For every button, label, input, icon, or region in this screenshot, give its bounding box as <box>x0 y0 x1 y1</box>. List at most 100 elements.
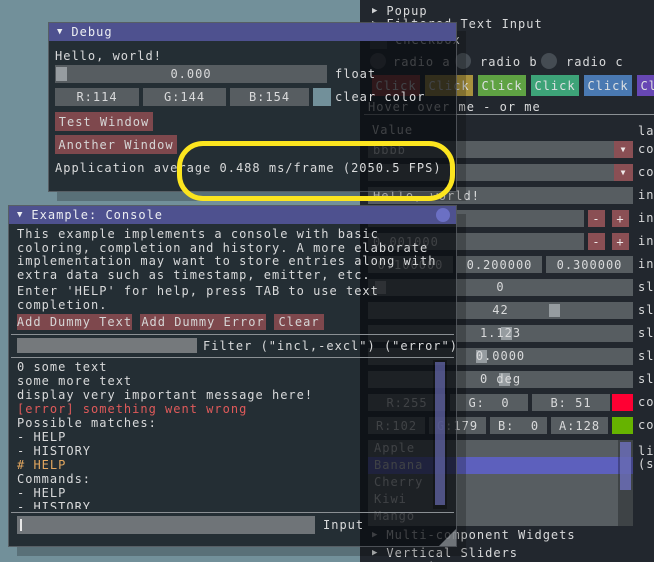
log-line: - HELP <box>17 430 449 444</box>
color-value: B: 51 <box>550 396 591 410</box>
debug-titlebar[interactable]: ▼ Debug <box>49 23 456 41</box>
log-line: 0 some text <box>17 360 449 374</box>
separator <box>11 334 454 335</box>
clear-color-swatch[interactable] <box>313 88 331 106</box>
slider-label: sl <box>638 371 654 388</box>
click-button[interactable]: Click <box>478 75 526 96</box>
text-input-label: in <box>638 187 654 204</box>
console-input-label: Input <box>323 518 364 532</box>
slider-label: sl <box>638 348 654 365</box>
log-line: Commands: <box>17 472 449 486</box>
clear-color-g-field[interactable]: G:144 <box>143 88 226 106</box>
increment-button[interactable]: + <box>612 210 629 227</box>
combo-label: co <box>638 164 654 181</box>
another-window-button[interactable]: Another Window <box>55 135 177 154</box>
log-line: display very important message here! <box>17 388 449 402</box>
color3-label: co <box>638 394 654 411</box>
description-line: This example implements a console with b… <box>17 228 449 242</box>
click-button[interactable]: Click <box>584 75 632 96</box>
color-b-field[interactable]: B: 51 <box>532 394 610 411</box>
description-line: implementation may want to store entries… <box>17 255 449 269</box>
resize-grip[interactable] <box>439 529 456 546</box>
highlight-annotation <box>177 141 455 201</box>
add-dummy-error-button[interactable]: Add Dummy Error <box>140 314 266 330</box>
float-slider[interactable]: 0.000 <box>55 65 327 83</box>
collapse-arrow-icon: ▼ <box>57 27 63 37</box>
help-line: completion. <box>17 299 449 313</box>
color-swatch[interactable] <box>612 394 633 411</box>
tree-node-label: Vertical Sliders <box>386 546 518 560</box>
help-line: Enter 'HELP' for help, press TAB to use … <box>17 285 449 299</box>
color-value: B:154 <box>249 90 290 104</box>
decrement-button[interactable]: - <box>588 210 605 227</box>
scrollbar-thumb[interactable] <box>620 442 631 490</box>
console-input[interactable] <box>17 516 315 534</box>
filter-label: Filter ("incl,-excl") ("error") <box>203 339 458 353</box>
slider-label: sl <box>638 325 654 342</box>
color-b-field[interactable]: B: 0 <box>490 417 547 434</box>
listbox-label: (s <box>638 456 654 473</box>
console-log-lines: 0 some textsome more textdisplay very im… <box>17 360 449 509</box>
combo-arrow-button[interactable]: ▼ <box>614 164 633 181</box>
chevron-right-icon: ▶ <box>372 6 378 16</box>
console-scrollbar[interactable] <box>433 360 447 509</box>
color-swatch[interactable] <box>612 417 633 434</box>
color4-label: co <box>638 417 654 434</box>
float3-value: 0.200000 <box>467 258 533 272</box>
color-g-field[interactable]: G: 0 <box>450 394 528 411</box>
float3-label: in <box>638 256 654 273</box>
log-line: - HISTORY <box>17 444 449 458</box>
radio-button[interactable] <box>541 53 557 69</box>
float3-input-z[interactable]: 0.300000 <box>546 256 633 273</box>
add-dummy-text-button[interactable]: Add Dummy Text <box>17 314 132 330</box>
slider-label: sl <box>638 302 654 319</box>
log-line: Possible matches: <box>17 416 449 430</box>
clear-color-label: clear color <box>335 90 425 104</box>
slider-label: sl <box>638 279 654 296</box>
log-line: # HELP <box>17 458 449 472</box>
radio-button[interactable] <box>455 53 471 69</box>
description-line: extra data such as timestamp, emitter, e… <box>17 269 449 283</box>
scrollbar-thumb[interactable] <box>435 362 445 505</box>
test-window-button[interactable]: Test Window <box>55 112 153 131</box>
combo-label: co <box>638 141 654 158</box>
click-button[interactable]: Click <box>637 75 654 96</box>
console-titlebar[interactable]: ▼ Example: Console <box>9 206 456 224</box>
clear-button[interactable]: Clear <box>274 314 324 330</box>
listbox-scrollbar[interactable] <box>618 440 633 526</box>
console-description: This example implements a console with b… <box>17 228 449 282</box>
click-button[interactable]: Click <box>531 75 579 96</box>
screen: ▶ Popup ▶ Filtered Text Input checkbox r… <box>0 0 654 562</box>
combo-arrow-button[interactable]: ▼ <box>614 141 633 158</box>
console-window: ▼ Example: Console This example implemen… <box>8 205 457 547</box>
log-line: [error] something went wrong <box>17 402 449 416</box>
separator <box>11 357 454 358</box>
window-title: Example: Console <box>31 208 163 222</box>
slider-value: 0.000 <box>55 65 327 83</box>
decrement-button[interactable]: - <box>588 233 605 250</box>
log-line: - HELP <box>17 486 449 500</box>
increment-button[interactable]: + <box>612 233 629 250</box>
float3-input-y[interactable]: 0.200000 <box>457 256 542 273</box>
color-value: R:114 <box>76 90 117 104</box>
color-value: G:144 <box>164 90 205 104</box>
console-help-text: Enter 'HELP' for help, press TAB to use … <box>17 285 449 312</box>
tree-node-vertical-sliders[interactable]: ▶ Vertical Sliders <box>372 545 518 560</box>
radio-label: radio b <box>480 55 538 69</box>
filter-input[interactable] <box>17 338 197 353</box>
hello-world-text: Hello, world! <box>55 49 162 63</box>
description-line: coloring, completion and history. A more… <box>17 242 449 256</box>
log-line: some more text <box>17 374 449 388</box>
color-value: B: 0 <box>498 419 539 433</box>
close-icon[interactable] <box>436 208 450 222</box>
clear-color-r-field[interactable]: R:114 <box>55 88 139 106</box>
window-title: Debug <box>71 25 112 39</box>
color-value: G: 0 <box>468 396 509 410</box>
color-a-field[interactable]: A:128 <box>551 417 608 434</box>
chevron-right-icon: ▶ <box>372 548 378 558</box>
float-slider-label: float <box>335 67 376 81</box>
clear-color-b-field[interactable]: B:154 <box>230 88 309 106</box>
value-label: la <box>638 123 654 140</box>
console-log[interactable]: 0 some textsome more textdisplay very im… <box>17 360 449 509</box>
int-input-label: in <box>638 210 654 227</box>
